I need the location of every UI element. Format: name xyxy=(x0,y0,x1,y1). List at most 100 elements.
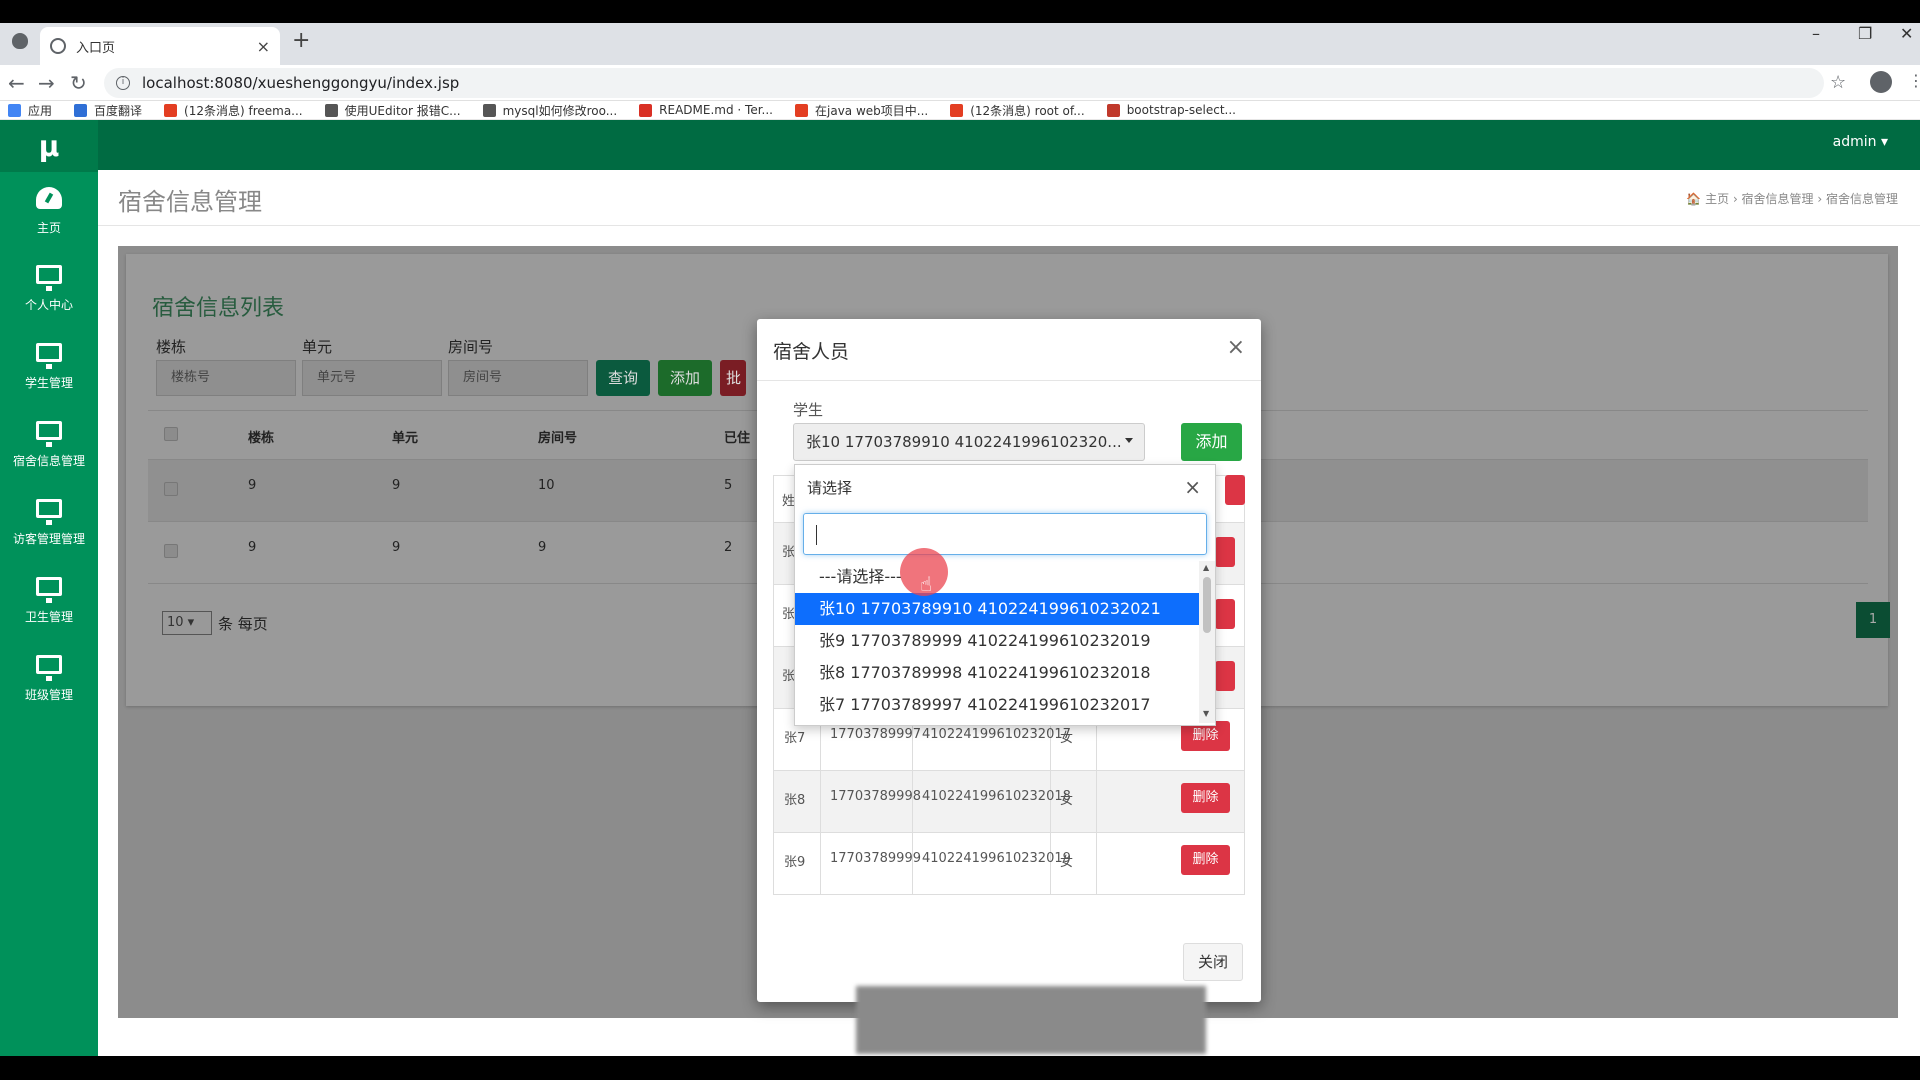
sidebar-item[interactable]: 学生管理 xyxy=(0,328,98,406)
minimize-icon[interactable]: – xyxy=(1812,24,1820,43)
cell-phone: 17703789997 xyxy=(830,727,921,742)
app-logo[interactable]: μ xyxy=(0,120,98,172)
bookmark-label: (12条消息) freema... xyxy=(184,103,303,118)
cell-occupied: 2 xyxy=(724,540,733,555)
modal-close-button[interactable]: 关闭 xyxy=(1183,943,1243,981)
cell-name: 张9 xyxy=(784,855,806,870)
tab-title: 入口页 xyxy=(76,40,116,56)
sidebar-item-label: 宿舍信息管理 xyxy=(12,454,85,468)
building-label: 楼栋 xyxy=(156,338,187,356)
bookmark-label: bootstrap-select... xyxy=(1126,103,1236,117)
monitor-icon xyxy=(36,499,62,525)
apple-icon xyxy=(12,33,28,49)
query-button[interactable]: 查询 xyxy=(596,360,651,396)
bookmark-label: mysql如何修改roo... xyxy=(502,103,618,118)
user-menu[interactable]: admin ▾ xyxy=(1833,134,1888,150)
bookmark-favicon-icon xyxy=(324,103,338,117)
unit-label: 单元 xyxy=(302,338,333,356)
row-checkbox[interactable] xyxy=(164,544,178,558)
cell-gender: 女 xyxy=(1060,793,1074,808)
add-dorm-button[interactable]: 添加 xyxy=(658,360,713,396)
window-close-icon[interactable]: ✕ xyxy=(1900,24,1913,43)
dropdown-close-icon[interactable]: × xyxy=(1184,475,1201,499)
sidebar-item[interactable]: 卫生管理 xyxy=(0,562,98,640)
cell-gender: 女 xyxy=(1060,731,1074,746)
modal-title: 宿舍人员 xyxy=(773,341,850,363)
building-input[interactable]: 楼栋号 xyxy=(156,360,296,396)
sidebar-item[interactable]: 班级管理 xyxy=(0,640,98,718)
bookmark-item[interactable]: 在java web项目中... xyxy=(795,102,928,119)
delete-button[interactable] xyxy=(1225,475,1245,505)
student-label: 学生 xyxy=(793,401,824,419)
dropdown-option[interactable]: 张8 17703789998 410224199610232018 xyxy=(795,657,1199,689)
delete-button[interactable]: 删除 xyxy=(1181,845,1230,875)
new-tab-button[interactable]: + xyxy=(292,28,310,53)
forward-icon[interactable]: → xyxy=(38,71,55,95)
monitor-icon xyxy=(36,421,62,447)
delete-button[interactable] xyxy=(1215,661,1235,691)
bookmark-item[interactable]: README.md · Ter... xyxy=(639,103,773,117)
delete-button[interactable] xyxy=(1215,599,1235,629)
content-header: 宿舍信息管理 🏠 主页 › 宿舍信息管理 › 宿舍信息管理 xyxy=(98,170,1920,226)
browser-tab[interactable]: 入口页 × xyxy=(40,27,280,65)
col-building: 楼栋 xyxy=(248,431,275,446)
tab-close-icon[interactable]: × xyxy=(257,37,270,56)
unit-input[interactable]: 单元号 xyxy=(302,360,442,396)
dropdown-scrollbar[interactable]: ▲ ▼ xyxy=(1199,561,1215,723)
info-icon[interactable]: i xyxy=(116,76,130,90)
col-room: 房间号 xyxy=(538,431,578,446)
page-title: 宿舍信息管理 xyxy=(118,188,262,216)
bookmark-item[interactable]: 应用 xyxy=(8,102,52,119)
modal-close-icon[interactable]: × xyxy=(1227,335,1245,360)
sidebar-item-label: 个人中心 xyxy=(24,298,73,312)
restore-icon[interactable]: ❐ xyxy=(1858,24,1872,43)
cell-room: 10 xyxy=(538,478,555,493)
address-bar[interactable]: i localhost:8080/xueshenggongyu/index.js… xyxy=(104,68,1824,98)
bookmark-favicon-icon xyxy=(795,103,808,117)
scroll-down-icon[interactable]: ▼ xyxy=(1203,709,1209,718)
room-input[interactable]: 房间号 xyxy=(448,360,588,396)
reload-icon[interactable]: ↻ xyxy=(70,71,87,95)
dropdown-option[interactable]: 张7 17703789997 410224199610232017 xyxy=(795,689,1199,721)
dropdown-option[interactable]: 张9 17703789999 410224199610232019 xyxy=(795,625,1199,657)
dropdown-option[interactable]: ---请选择--- xyxy=(795,561,1199,593)
account-icon[interactable] xyxy=(1870,71,1892,93)
sidebar-item[interactable]: 主页 xyxy=(0,172,98,250)
bookmarks-bar: 应用 百度翻译 (12条消息) freema... 使用UEditor 报错C... m… xyxy=(0,101,1920,120)
caret-down-icon xyxy=(1125,438,1133,443)
batch-delete-button[interactable]: 批 xyxy=(720,360,746,396)
delete-button[interactable] xyxy=(1215,537,1235,567)
sidebar-item[interactable]: 宿舍信息管理 xyxy=(0,406,98,484)
bookmark-item[interactable]: (12条消息) freema... xyxy=(164,102,303,119)
column-divider xyxy=(1096,771,1097,832)
apps-grid-icon xyxy=(8,103,21,117)
select-all-checkbox[interactable] xyxy=(164,427,178,441)
sidebar-item[interactable]: 访客管理管理 xyxy=(0,484,98,562)
table-row: 张9 17703789999 410224199610232019 女 删除 xyxy=(773,833,1245,895)
bookmark-item[interactable]: mysql如何修改roo... xyxy=(482,102,618,119)
dropdown-option[interactable]: 张10 17703789910 410224199610232021 xyxy=(795,593,1199,625)
add-member-button[interactable]: 添加 xyxy=(1181,423,1242,461)
sidebar-item[interactable]: 个人中心 xyxy=(0,250,98,328)
bookmark-item[interactable]: bootstrap-select... xyxy=(1106,103,1236,117)
bookmark-label: 在java web项目中... xyxy=(815,103,929,118)
delete-button[interactable]: 删除 xyxy=(1181,783,1230,813)
page-size-select[interactable]: 10 ▾ xyxy=(162,611,212,635)
cell-name: 张7 xyxy=(784,731,806,746)
back-icon[interactable]: ← xyxy=(8,71,25,95)
row-checkbox[interactable] xyxy=(164,482,178,496)
bookmark-item[interactable]: 百度翻译 xyxy=(74,102,142,119)
bookmark-star-icon[interactable]: ☆ xyxy=(1830,72,1846,93)
menu-kebab-icon[interactable]: ⋮ xyxy=(1908,71,1920,90)
dropdown-search-input[interactable] xyxy=(803,513,1207,555)
bookmark-label: (12条消息) root of... xyxy=(970,103,1085,118)
student-select[interactable]: 张10 17703789910 4102241996102320... xyxy=(793,423,1145,461)
scroll-up-icon[interactable]: ▲ xyxy=(1203,563,1209,572)
col-occupied: 已住 xyxy=(724,431,751,446)
scrollbar-thumb[interactable] xyxy=(1203,577,1211,633)
bookmark-item[interactable]: (12条消息) root of... xyxy=(950,102,1085,119)
pagination-page-1[interactable]: 1 xyxy=(1856,602,1890,638)
bookmark-item[interactable]: 使用UEditor 报错C... xyxy=(324,102,461,119)
bookmark-favicon-icon xyxy=(639,103,653,117)
list-title: 宿舍信息列表 xyxy=(152,296,285,321)
